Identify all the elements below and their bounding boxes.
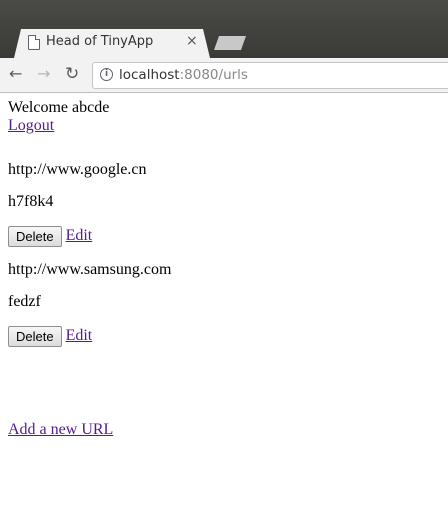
welcome-message: Welcome abcde (8, 99, 110, 116)
tab-title: Head of TinyApp (46, 34, 154, 49)
url-actions: Delete Edit (8, 225, 440, 247)
url-host: localhost (119, 67, 180, 83)
browser-toolbar: ← → ↻ i localhost:8080/urls (0, 58, 448, 93)
url-path: :8080/urls (179, 67, 248, 83)
delete-button[interactable]: Delete (8, 225, 62, 247)
url-item: http://www.google.cn h7f8k4 Delete Edit (8, 161, 440, 247)
logout-link[interactable]: Logout (8, 117, 54, 135)
new-tab-button[interactable] (214, 36, 246, 50)
arrow-right-icon[interactable]: → (37, 64, 50, 84)
close-icon[interactable]: × (186, 33, 198, 49)
add-new-url-link[interactable]: Add a new URL (8, 421, 113, 439)
address-url[interactable]: localhost:8080/urls (119, 67, 248, 83)
reload-icon[interactable]: ↻ (65, 64, 79, 84)
page-icon (28, 35, 40, 50)
url-list: http://www.google.cn h7f8k4 Delete Edit … (8, 161, 440, 347)
arrow-left-icon[interactable]: ← (9, 64, 22, 84)
url-item: http://www.samsung.com fedzf Delete Edit (8, 261, 440, 347)
url-actions: Delete Edit (8, 325, 440, 347)
page-content: Welcome abcde Logout http://www.google.c… (0, 93, 448, 439)
edit-link[interactable]: Edit (66, 227, 93, 245)
long-url: http://www.google.cn (8, 161, 147, 178)
long-url: http://www.samsung.com (8, 261, 172, 278)
info-icon[interactable]: i (100, 68, 113, 81)
short-url: fedzf (8, 293, 41, 310)
browser-titlebar: Head of TinyApp × (0, 0, 448, 58)
edit-link[interactable]: Edit (66, 327, 93, 345)
address-bar[interactable]: i localhost:8080/urls (92, 62, 448, 89)
delete-button[interactable]: Delete (8, 325, 62, 347)
browser-tab[interactable]: Head of TinyApp × (14, 29, 210, 58)
short-url: h7f8k4 (8, 193, 54, 210)
